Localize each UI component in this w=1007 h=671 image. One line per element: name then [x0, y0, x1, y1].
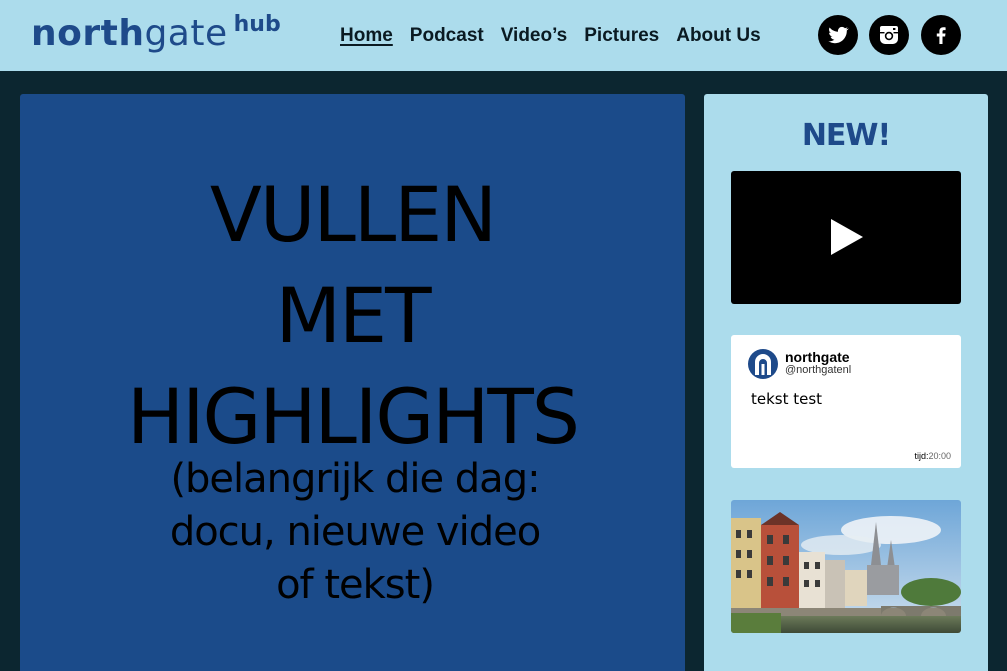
town-photo[interactable] [731, 500, 961, 633]
avatar-glyph [755, 354, 771, 375]
site-header: northgate hub Home Podcast Video’s Pictu… [0, 0, 1007, 71]
twitter-glyph [828, 26, 849, 44]
tweet-card[interactable]: northgate @northgatenl tekst test tijd:2… [731, 335, 961, 468]
nav-about-us[interactable]: About Us [676, 24, 760, 48]
tweet-time-label: tijd: [914, 451, 929, 461]
highlights-title: VULLEN MET HIGHLIGHTS [20, 164, 685, 467]
tweet-author-name: northgate [785, 349, 850, 365]
new-heading: NEW! [801, 118, 891, 153]
logo-wordmark: northgate [31, 12, 228, 56]
northgate-hub-logo[interactable]: northgate hub [31, 12, 281, 56]
tweet-time: tijd:20:00 [914, 451, 951, 461]
video-player[interactable] [731, 171, 961, 304]
facebook-glyph [936, 27, 946, 44]
logo-gate: gate [144, 13, 228, 54]
title-line-2: MET [275, 271, 431, 360]
northgate-avatar [748, 349, 778, 379]
facebook-icon[interactable] [921, 15, 961, 55]
play-icon[interactable] [831, 219, 863, 255]
nav-podcast[interactable]: Podcast [410, 24, 484, 48]
logo-north: north [31, 13, 145, 54]
subtitle-line-1: (belangrijk die dag: [170, 456, 540, 502]
highlights-subtitle: (belangrijk die dag: docu, nieuwe video … [140, 453, 570, 612]
main-nav: Home Podcast Video’s Pictures About Us [340, 24, 778, 48]
subtitle-line-2: docu, nieuwe video [169, 509, 541, 555]
title-line-1: VULLEN [209, 170, 497, 259]
new-sidebar: NEW! northgate @northgatenl tekst test t… [704, 94, 988, 671]
title-line-3: HIGHLIGHTS [126, 372, 580, 461]
nav-pictures[interactable]: Pictures [584, 24, 659, 48]
tweet-time-value: 20:00 [928, 451, 951, 461]
tweet-text: tekst test [751, 390, 823, 408]
nav-home[interactable]: Home [340, 24, 393, 48]
logo-hub: hub [233, 12, 281, 37]
tweet-author-handle: @northgatenl [785, 364, 852, 376]
nav-videos[interactable]: Video’s [501, 24, 568, 48]
highlights-panel: VULLEN MET HIGHLIGHTS (belangrijk die da… [20, 94, 685, 671]
town-photo-image [731, 500, 961, 633]
instagram-glyph [880, 26, 898, 44]
twitter-icon[interactable] [818, 15, 858, 55]
subtitle-line-3: of tekst) [276, 562, 435, 608]
instagram-icon[interactable] [869, 15, 909, 55]
